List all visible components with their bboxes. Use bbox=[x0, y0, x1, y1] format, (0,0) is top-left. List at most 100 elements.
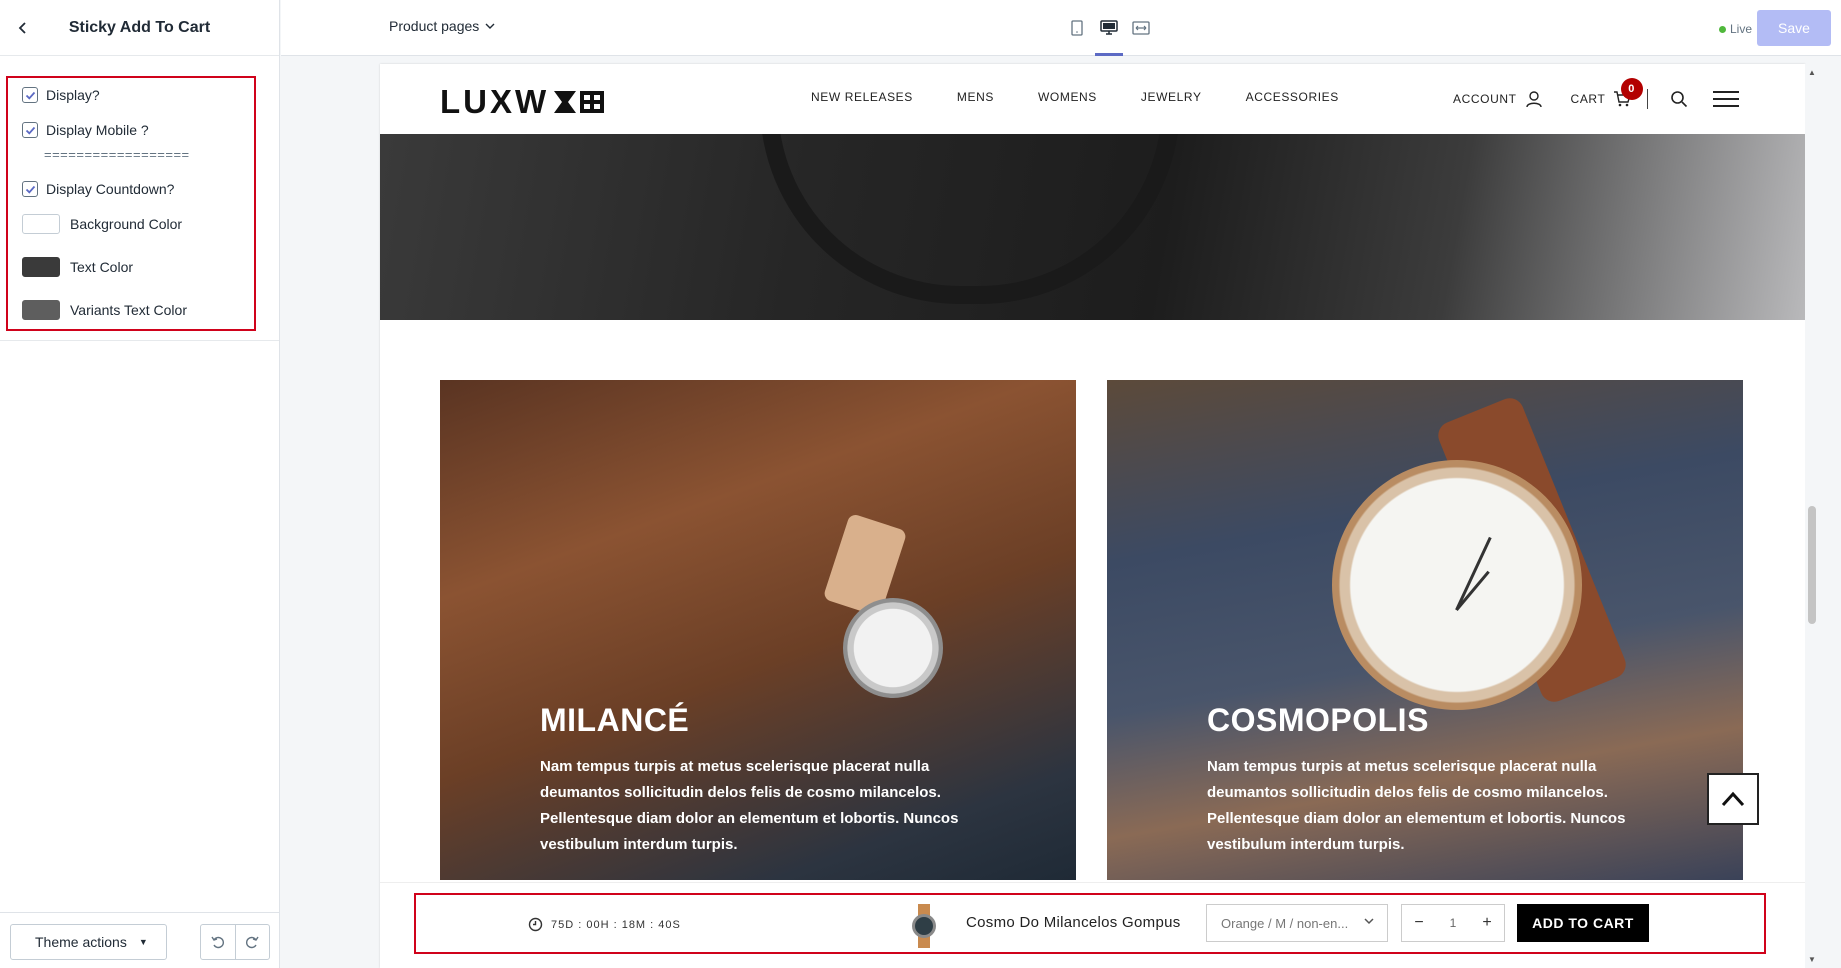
fullscreen-icon bbox=[1132, 21, 1150, 35]
background-color-swatch[interactable] bbox=[22, 214, 60, 234]
preview-scrollbar[interactable]: ▲ ▼ bbox=[1805, 64, 1819, 968]
collection-card-milance[interactable]: MILANCÉ Nam tempus turpis at metus scele… bbox=[440, 380, 1076, 880]
live-label: Live bbox=[1729, 22, 1752, 36]
chevron-down-icon bbox=[485, 23, 495, 29]
hero-image bbox=[380, 134, 1805, 320]
sticky-bar-highlight: 75D : 00H : 18M : 40S Cosmo Do Milancelo… bbox=[414, 893, 1766, 954]
quantity-stepper: − 1 + bbox=[1401, 904, 1505, 942]
theme-editor-sidebar: Sticky Add To Cart Display? Display Mobi… bbox=[0, 0, 280, 968]
undo-button[interactable] bbox=[201, 925, 235, 959]
variant-value: Orange / M / non-en... bbox=[1221, 915, 1349, 931]
text-color-swatch[interactable] bbox=[22, 257, 60, 277]
cart-link[interactable]: CART 0 bbox=[1570, 78, 1643, 108]
cart-count-badge: 0 bbox=[1620, 78, 1643, 100]
page-type-label: Product pages bbox=[389, 18, 480, 34]
sidebar-divider bbox=[0, 340, 279, 341]
search-button[interactable] bbox=[1670, 90, 1688, 108]
text-color-label: Text Color bbox=[70, 259, 134, 275]
sticky-add-to-cart-bar: 75D : 00H : 18M : 40S Cosmo Do Milancelo… bbox=[380, 882, 1805, 968]
nav-womens[interactable]: WOMENS bbox=[1038, 90, 1097, 104]
editor-topbar: Product pages Live Save bbox=[281, 0, 1841, 56]
back-to-top-button[interactable] bbox=[1707, 773, 1759, 825]
desktop-icon bbox=[1100, 20, 1118, 35]
live-dot-icon bbox=[1718, 25, 1726, 33]
check-icon bbox=[25, 185, 35, 194]
sidebar-header: Sticky Add To Cart bbox=[0, 0, 279, 56]
store-logo[interactable]: LUXW bbox=[440, 83, 605, 121]
mobile-icon bbox=[1071, 20, 1083, 36]
desktop-view-button[interactable] bbox=[1093, 0, 1125, 56]
text-color-setting[interactable]: Text Color bbox=[22, 257, 133, 277]
check-icon bbox=[25, 91, 35, 100]
main-nav: NEW RELEASES MENS WOMENS JEWELRY ACCESSO… bbox=[811, 90, 1339, 104]
background-color-setting[interactable]: Background Color bbox=[22, 214, 182, 234]
display-mobile-label: Display Mobile ? bbox=[46, 122, 149, 138]
decrease-quantity-button[interactable]: − bbox=[1402, 914, 1436, 932]
page-type-selector[interactable]: Product pages bbox=[389, 18, 495, 34]
back-button[interactable] bbox=[12, 17, 34, 39]
variant-select[interactable]: Orange / M / non-en... bbox=[1206, 904, 1388, 942]
search-icon bbox=[1671, 91, 1688, 108]
theme-actions-label: Theme actions bbox=[35, 934, 127, 950]
card-title: MILANCÉ bbox=[540, 702, 690, 738]
display-checkbox[interactable] bbox=[22, 87, 38, 103]
device-switcher bbox=[1061, 0, 1157, 56]
chevron-down-icon bbox=[1364, 918, 1374, 925]
settings-divider-text: ================== bbox=[44, 147, 190, 162]
caret-down-icon: ▼ bbox=[138, 937, 148, 947]
display-label: Display? bbox=[46, 87, 100, 103]
undo-redo-group bbox=[200, 924, 270, 960]
cart-label: CART bbox=[1570, 92, 1606, 106]
save-button[interactable]: Save bbox=[1757, 10, 1831, 46]
display-mobile-setting[interactable]: Display Mobile ? bbox=[22, 122, 149, 138]
logo-text: LUXW bbox=[440, 83, 550, 120]
background-color-label: Background Color bbox=[70, 216, 183, 232]
display-countdown-checkbox[interactable] bbox=[22, 181, 38, 197]
settings-highlight: Display? Display Mobile ? ==============… bbox=[6, 76, 256, 331]
increase-quantity-button[interactable]: + bbox=[1470, 914, 1504, 932]
nav-jewelry[interactable]: JEWELRY bbox=[1141, 90, 1202, 104]
variants-text-color-setting[interactable]: Variants Text Color bbox=[22, 300, 187, 320]
watch-image bbox=[843, 598, 943, 698]
scroll-down-icon[interactable]: ▼ bbox=[1808, 955, 1816, 964]
account-label: ACCOUNT bbox=[1453, 92, 1517, 106]
card-title: COSMOPOLIS bbox=[1207, 702, 1429, 738]
redo-button[interactable] bbox=[234, 925, 269, 959]
chevron-up-icon bbox=[1721, 791, 1745, 807]
watch-thumbnail-icon bbox=[912, 904, 936, 948]
sidebar-footer: Theme actions ▼ bbox=[0, 912, 279, 968]
add-to-cart-button[interactable]: ADD TO CART bbox=[1517, 904, 1649, 942]
countdown-timer: 75D : 00H : 18M : 40S bbox=[528, 917, 681, 932]
display-countdown-label: Display Countdown? bbox=[46, 181, 175, 197]
display-countdown-setting[interactable]: Display Countdown? bbox=[22, 181, 174, 197]
store-preview: LUXW NEW RELEASES MENS WOMENS JEWELRY AC… bbox=[380, 64, 1805, 968]
fullscreen-view-button[interactable] bbox=[1125, 0, 1157, 56]
check-icon bbox=[25, 126, 35, 135]
nav-accessories[interactable]: ACCESSORIES bbox=[1246, 90, 1339, 104]
logo-mark-icon bbox=[553, 90, 605, 114]
mobile-view-button[interactable] bbox=[1061, 0, 1093, 56]
product-thumbnail bbox=[905, 904, 943, 948]
scroll-up-icon[interactable]: ▲ bbox=[1808, 68, 1816, 77]
watch-image bbox=[1332, 460, 1582, 710]
theme-actions-button[interactable]: Theme actions ▼ bbox=[10, 924, 167, 960]
nav-new-releases[interactable]: NEW RELEASES bbox=[811, 90, 913, 104]
quantity-input[interactable]: 1 bbox=[1436, 916, 1470, 930]
variants-text-color-swatch[interactable] bbox=[22, 300, 60, 320]
user-icon bbox=[1525, 91, 1542, 108]
card-description: Nam tempus turpis at metus scelerisque p… bbox=[1207, 758, 1626, 853]
display-mobile-checkbox[interactable] bbox=[22, 122, 38, 138]
scroll-thumb[interactable] bbox=[1808, 506, 1816, 624]
card-description: Nam tempus turpis at metus scelerisque p… bbox=[540, 758, 959, 853]
nav-mens[interactable]: MENS bbox=[957, 90, 994, 104]
collection-card-cosmopolis[interactable]: COSMOPOLIS Nam tempus turpis at metus sc… bbox=[1107, 380, 1743, 880]
redo-icon bbox=[246, 936, 260, 949]
header-separator bbox=[1647, 89, 1649, 109]
countdown-value: 75D : 00H : 18M : 40S bbox=[551, 918, 681, 931]
product-name: Cosmo Do Milancelos Gompus bbox=[966, 914, 1181, 931]
section-title: Sticky Add To Cart bbox=[68, 18, 211, 36]
menu-button[interactable] bbox=[1712, 90, 1740, 108]
account-link[interactable]: ACCOUNT bbox=[1453, 90, 1543, 108]
display-setting[interactable]: Display? bbox=[22, 87, 100, 103]
store-header: LUXW NEW RELEASES MENS WOMENS JEWELRY AC… bbox=[380, 64, 1805, 134]
